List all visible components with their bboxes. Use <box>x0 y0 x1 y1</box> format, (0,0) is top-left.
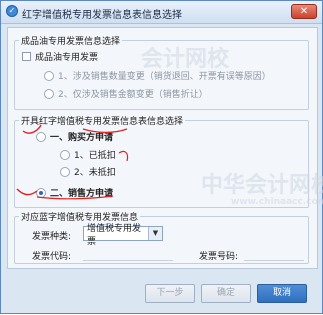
next-step-button[interactable]: 下一步 <box>145 284 195 303</box>
title-bar[interactable]: ✓ 红字增值税专用发票信息表信息选择 ✕ <box>1 1 322 24</box>
deducted-option[interactable]: 1、已抵扣 <box>60 148 116 161</box>
oil-option-amount[interactable]: 2、仅涉及销售金额变更（销售折让） <box>44 87 208 100</box>
app-icon: ✓ <box>6 5 18 17</box>
not-deducted-label: 2、未抵扣 <box>74 168 116 178</box>
invoice-number-label: 发票号码: <box>199 252 239 262</box>
invoice-type-value: 增值税专用发票 <box>87 223 142 247</box>
close-button[interactable]: ✕ <box>291 4 317 19</box>
invoice-number-field[interactable] <box>244 247 304 261</box>
buyer-apply-label: 一、购买方申请 <box>50 133 114 143</box>
oil-invoice-checkbox-label: 成品油专用发票 <box>35 53 99 63</box>
buyer-apply-option[interactable]: 一、购买方申请 <box>36 130 113 143</box>
oil-option-quantity-label: 1、涉及销售数量变更（销货退回、开票有误等原因） <box>58 72 271 82</box>
invoice-type-select[interactable]: 增值税专用发票 ▼ <box>83 224 163 247</box>
window-title: 红字增值税专用发票信息表信息选择 <box>22 10 182 21</box>
oil-invoice-checkbox[interactable] <box>22 52 31 61</box>
not-deducted-radio[interactable] <box>60 166 70 177</box>
invoice-code-label: 发票代码: <box>32 252 72 262</box>
seller-apply-radio[interactable] <box>36 187 46 198</box>
seller-apply-label: 二、销售方申请 <box>50 189 114 199</box>
confirm-button[interactable]: 确定 <box>201 284 251 303</box>
deducted-label: 1、已抵扣 <box>74 151 116 161</box>
deducted-radio[interactable] <box>60 149 70 160</box>
seller-apply-option[interactable]: 二、销售方申请 <box>36 186 113 199</box>
invoice-code-field[interactable] <box>83 247 173 261</box>
invoice-type-label: 发票种类: <box>32 232 72 242</box>
cancel-button[interactable]: 取消 <box>257 284 307 303</box>
chevron-down-icon[interactable]: ▼ <box>148 227 162 240</box>
oil-invoice-legend: 成品油专用发票信息选择 <box>21 37 121 47</box>
oil-option-quantity-radio[interactable] <box>44 70 54 81</box>
not-deducted-option[interactable]: 2、未抵扣 <box>60 165 116 178</box>
red-invoice-legend: 开具红字增值税专用发票信息表信息选择 <box>21 117 184 127</box>
oil-option-amount-radio[interactable] <box>44 88 54 99</box>
buyer-apply-radio[interactable] <box>36 131 46 142</box>
oil-option-amount-label: 2、仅涉及销售金额变更（销售折让） <box>58 90 208 100</box>
dialog-window: ✓ 红字增值税专用发票信息表信息选择 ✕ 成品油专用发票信息选择 成品油专用发票… <box>0 0 323 314</box>
oil-option-quantity[interactable]: 1、涉及销售数量变更（销货退回、开票有误等原因） <box>44 69 271 82</box>
oil-invoice-checkbox-row[interactable]: 成品油专用发票 <box>22 50 98 63</box>
